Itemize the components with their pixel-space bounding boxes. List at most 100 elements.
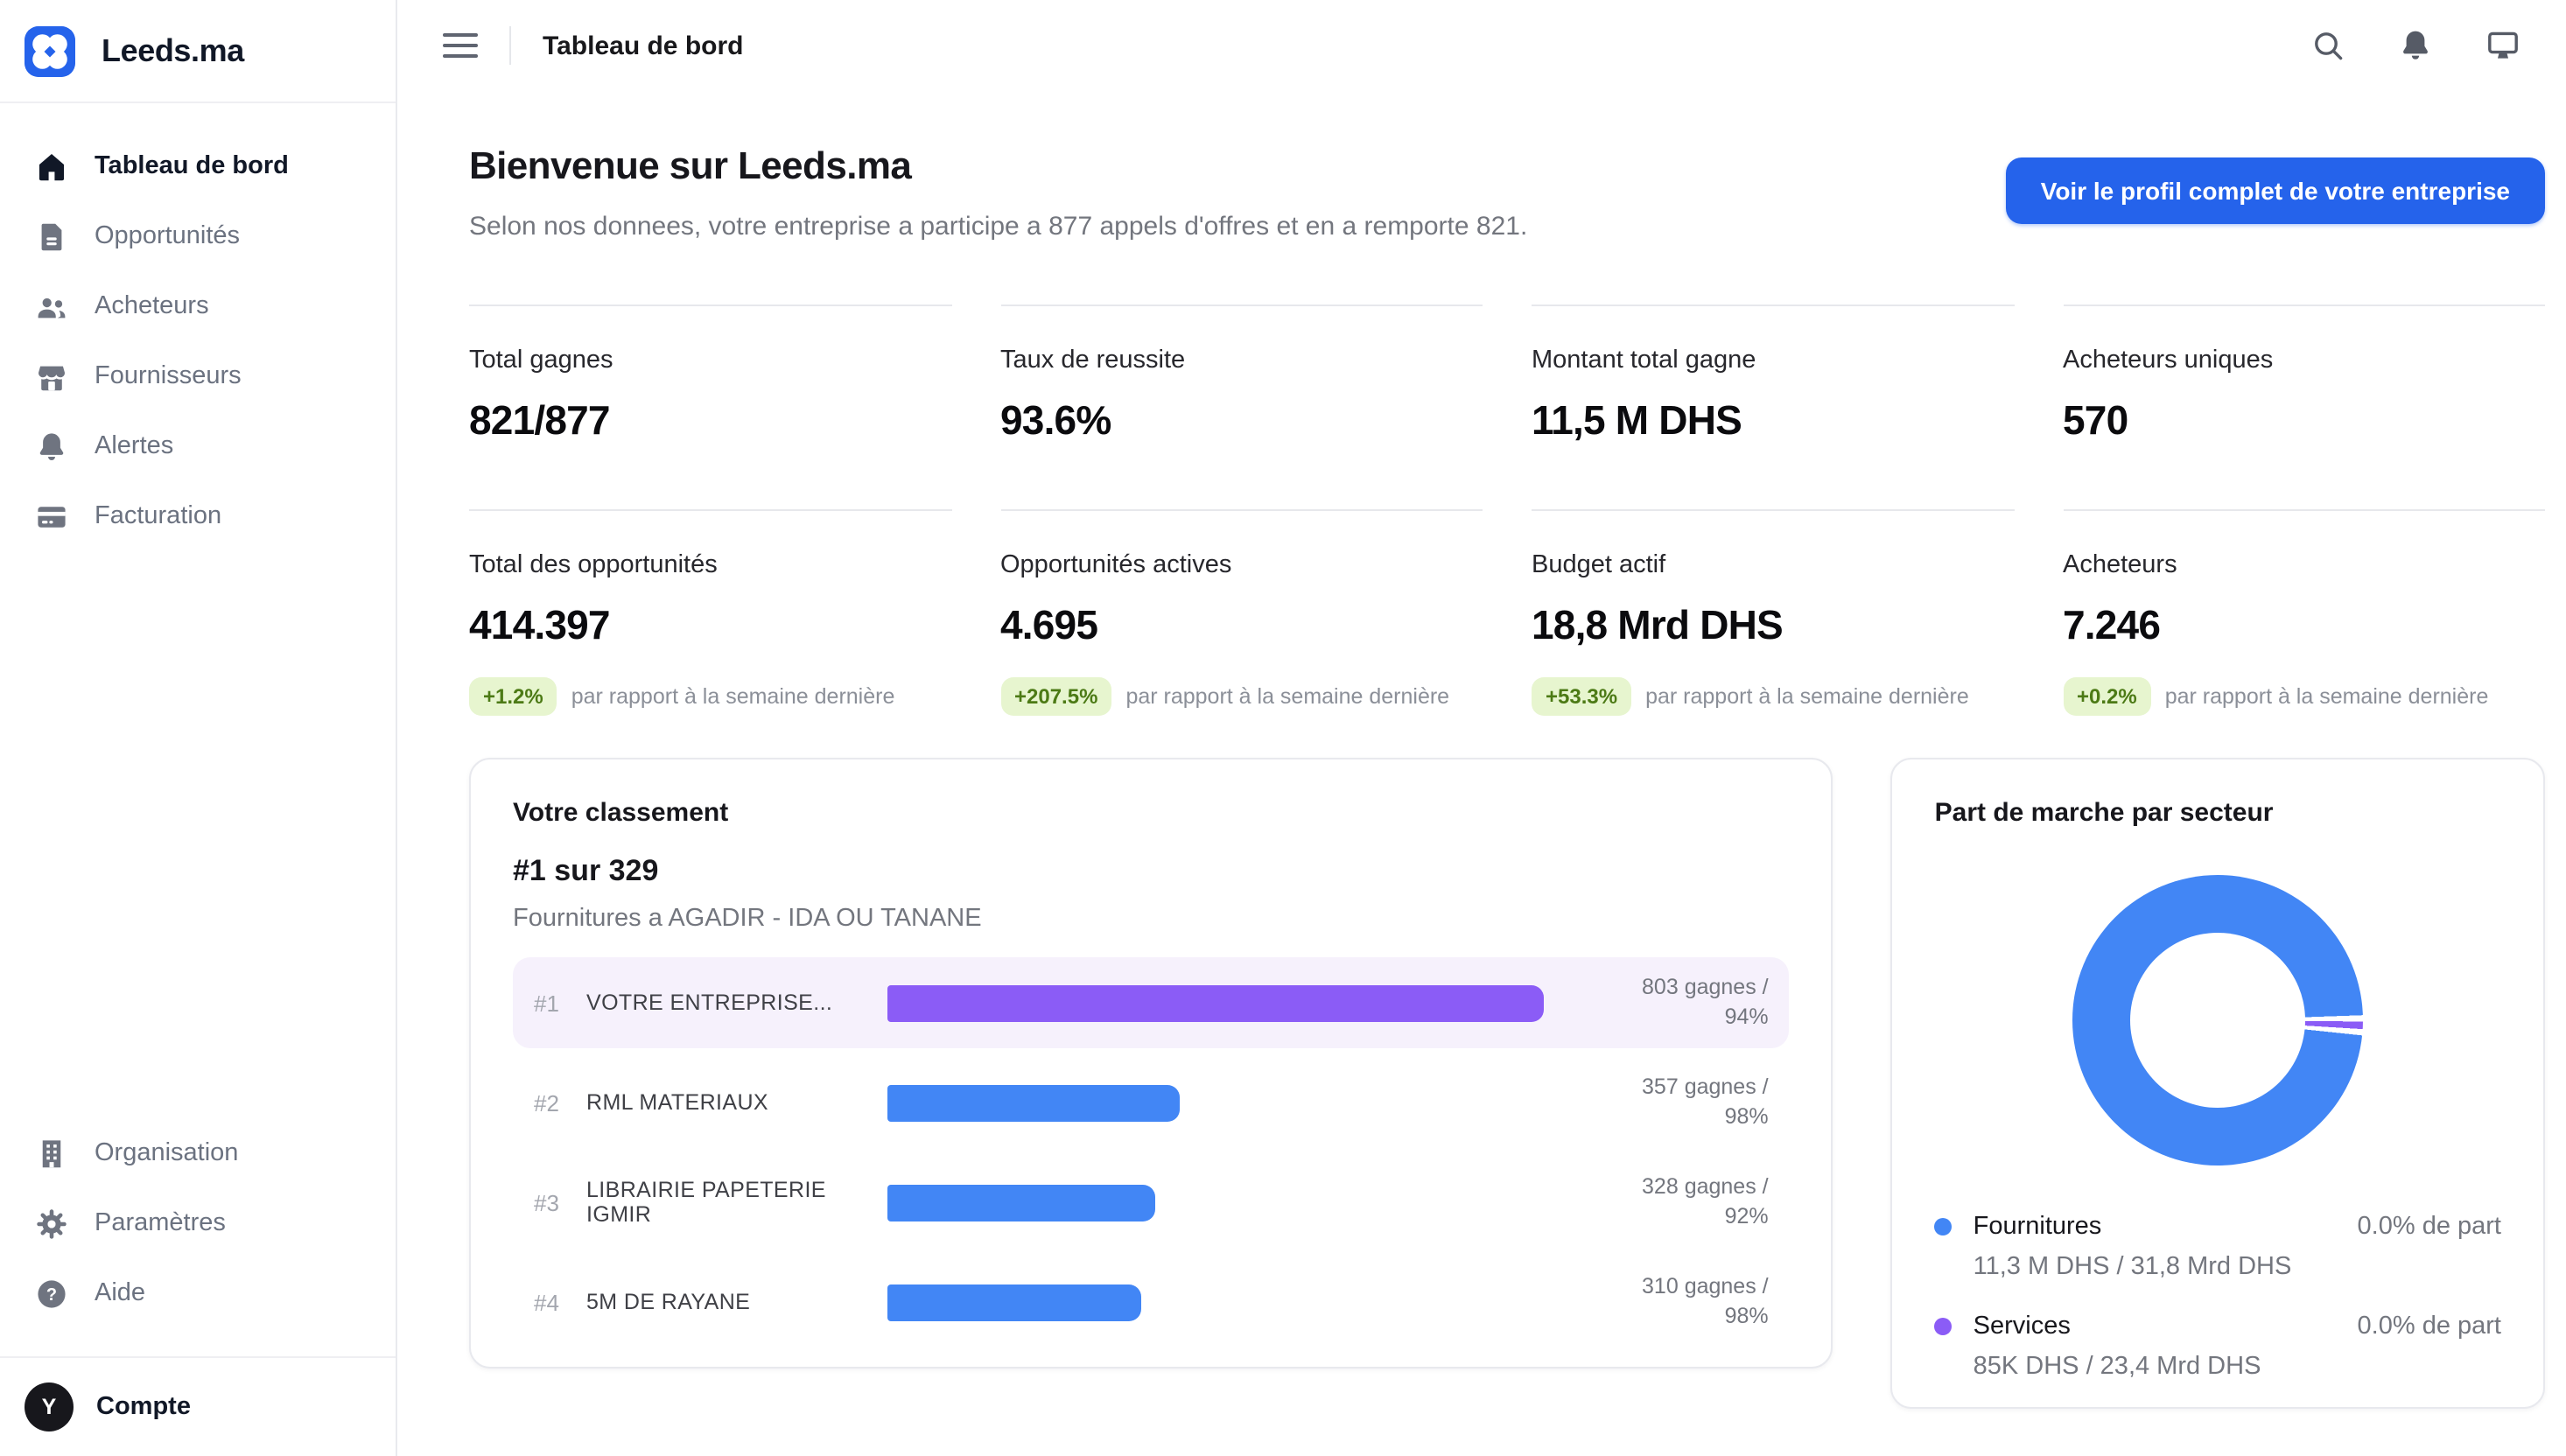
bar-track (887, 984, 1573, 1021)
sidebar-item-label: Paramètres (95, 1209, 226, 1237)
ranking-context: Fournitures a AGADIR - IDA OU TANANE (513, 905, 1790, 933)
bell-icon (35, 430, 68, 463)
rank-number: #1 (534, 990, 586, 1016)
delta-suffix: par rapport à la semaine dernière (1125, 684, 1449, 709)
sidebar-item-opportunites[interactable]: Opportunités (0, 201, 396, 271)
rank-number: #3 (534, 1189, 586, 1215)
ranking-row[interactable]: #2 RML MATERIAUX 357 gagnes /98% (513, 1057, 1790, 1148)
bar-track (887, 1084, 1573, 1121)
score-bar (887, 1284, 1141, 1320)
stat-label: Total des opportunités (469, 551, 951, 579)
score-bar (887, 1084, 1180, 1121)
gear-icon (35, 1207, 68, 1240)
stat-label: Opportunités actives (1000, 551, 1483, 579)
stat-value: 7.246 (2063, 602, 2545, 649)
delta-badge: +0.2% (2063, 677, 2151, 716)
bell-icon[interactable] (2398, 28, 2433, 63)
sidebar-item-organisation[interactable]: Organisation (0, 1118, 396, 1188)
market-share-title: Part de marche par secteur (1935, 798, 2501, 828)
ranking-rows: #1 VOTRE ENTREPRISE... 803 gagnes /94% #… (513, 957, 1790, 1348)
account-row[interactable]: Y Compte (0, 1358, 396, 1456)
row-value: 803 gagnes /94% (1573, 972, 1769, 1033)
rank-number: #4 (534, 1289, 586, 1315)
ranking-position: #1 sur 329 (513, 854, 1790, 889)
stat-label: Montant total gagne (1532, 346, 2014, 374)
stat-opportunites-actives: Opportunités actives 4.695 +207.5%par ra… (1000, 509, 1483, 716)
brand-name: Leeds.ma (102, 32, 244, 69)
stat-value: 18,8 Mrd DHS (1532, 602, 2014, 649)
legend-dot (1935, 1218, 1953, 1236)
stat-value: 821/877 (469, 397, 951, 444)
legend-item-fournitures: Fournitures 0.0% de part 11,3 M DHS / 31… (1935, 1213, 2501, 1281)
sidebar-item-parametres[interactable]: Paramètres (0, 1188, 396, 1258)
leeds-logo-icon (25, 25, 75, 76)
ranking-title: Votre classement (513, 798, 1790, 828)
home-icon (35, 150, 68, 183)
sidebar-item-label: Organisation (95, 1139, 238, 1167)
help-icon: ? (35, 1277, 68, 1310)
delta-suffix: par rapport à la semaine dernière (571, 684, 895, 709)
sidebar-item-label: Facturation (95, 502, 221, 530)
legend-label: Fournitures (1974, 1213, 2102, 1241)
legend-dot (1935, 1318, 1953, 1335)
sidebar-item-facturation[interactable]: Facturation (0, 481, 396, 551)
topbar: Tableau de bord (397, 0, 2566, 91)
sidebar-nav: Tableau de bord Opportunités Acheteurs F… (0, 103, 396, 551)
stat-value: 4.695 (1000, 602, 1483, 649)
avatar: Y (25, 1382, 74, 1432)
welcome-title: Bienvenue sur Leeds.ma (469, 144, 1527, 189)
sidebar-item-label: Acheteurs (95, 292, 209, 320)
sidebar-bottom-nav: Organisation Paramètres ? Aide (0, 1118, 396, 1328)
stat-value: 414.397 (469, 602, 951, 649)
row-value: 328 gagnes /92% (1573, 1172, 1769, 1233)
ranking-card: Votre classement #1 sur 329 Fournitures … (469, 758, 1833, 1368)
stat-total-gagnes: Total gagnes 821/877 (469, 304, 951, 509)
sidebar-item-alertes[interactable]: Alertes (0, 411, 396, 481)
stat-value: 11,5 M DHS (1532, 397, 2014, 444)
stat-value: 570 (2063, 397, 2545, 444)
sidebar-item-acheteurs[interactable]: Acheteurs (0, 271, 396, 341)
sidebar-item-label: Fournisseurs (95, 362, 242, 390)
company-name: 5M DE RAYANE (586, 1290, 887, 1314)
row-value: 310 gagnes /98% (1573, 1271, 1769, 1333)
view-company-profile-button[interactable]: Voir le profil complet de votre entrepri… (2006, 158, 2545, 224)
ranking-row[interactable]: #3 LIBRAIRIE PAPETERIE IGMIR 328 gagnes … (513, 1157, 1790, 1248)
stat-taux-de-reussite: Taux de reussite 93.6% (1000, 304, 1483, 509)
storefront-icon (35, 360, 68, 393)
stat-montant-total-gagne: Montant total gagne 11,5 M DHS (1532, 304, 2014, 509)
stat-label: Total gagnes (469, 346, 951, 374)
stat-value: 93.6% (1000, 397, 1483, 444)
sidebar-item-tableau-de-bord[interactable]: Tableau de bord (0, 131, 396, 201)
ranking-row[interactable]: #1 VOTRE ENTREPRISE... 803 gagnes /94% (513, 957, 1790, 1048)
sidebar: Leeds.ma Tableau de bord Opportunités Ac… (0, 0, 397, 1456)
sidebar-item-aide[interactable]: ? Aide (0, 1258, 396, 1328)
legend-item-services: Services 0.0% de part 85K DHS / 23,4 Mrd… (1935, 1312, 2501, 1381)
stat-acheteurs-uniques: Acheteurs uniques 570 (2063, 304, 2545, 509)
delta-badge: +53.3% (1532, 677, 1631, 716)
monitor-icon[interactable] (2485, 28, 2520, 63)
cards-row: Votre classement #1 sur 329 Fournitures … (469, 758, 2545, 1409)
building-icon (35, 1137, 68, 1170)
content: Bienvenue sur Leeds.ma Selon nos donnees… (397, 91, 2566, 1409)
legend-share: 0.0% de part (2358, 1312, 2501, 1340)
search-icon[interactable] (2310, 28, 2345, 63)
delta-badge: +1.2% (469, 677, 557, 716)
legend-detail: 11,3 M DHS / 31,8 Mrd DHS (1974, 1253, 2501, 1281)
topbar-actions (2310, 28, 2520, 63)
document-icon (35, 220, 68, 253)
sidebar-spacer (0, 551, 396, 1118)
account-label: Compte (96, 1393, 191, 1421)
brand-row: Leeds.ma (0, 0, 396, 103)
stats-grid: Total gagnes 821/877 Taux de reussite 93… (469, 304, 2545, 716)
ranking-row[interactable]: #4 5M DE RAYANE 310 gagnes /98% (513, 1256, 1790, 1348)
menu-toggle-icon[interactable] (443, 32, 478, 58)
market-share-card: Part de marche par secteur Fournitures 0… (1891, 758, 2545, 1409)
stat-label: Acheteurs (2063, 551, 2545, 579)
company-name: RML MATERIAUX (586, 1090, 887, 1115)
sidebar-item-label: Opportunités (95, 222, 240, 250)
company-name: VOTRE ENTREPRISE... (586, 990, 887, 1015)
sidebar-item-fournisseurs[interactable]: Fournisseurs (0, 341, 396, 411)
svg-text:?: ? (46, 1284, 57, 1304)
delta-suffix: par rapport à la semaine dernière (2165, 684, 2489, 709)
stat-budget-actif: Budget actif 18,8 Mrd DHS +53.3%par rapp… (1532, 509, 2014, 716)
